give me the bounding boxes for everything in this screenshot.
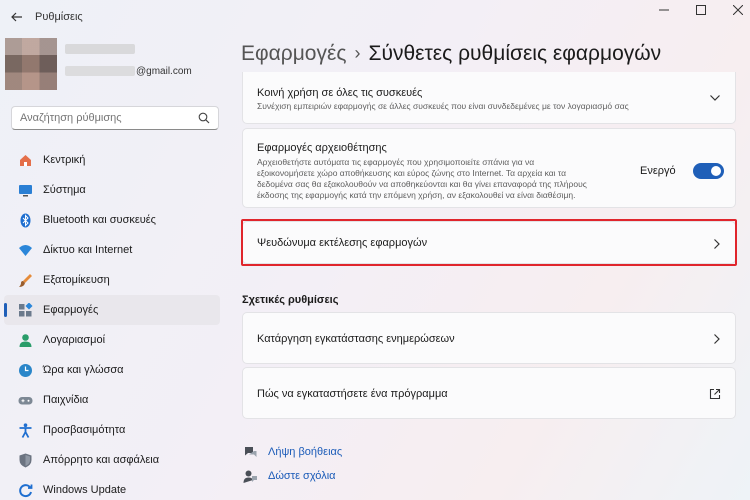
archive-apps-card: Εφαρμογές αρχειοθέτησης Αρχειοθετήστε αυ…: [242, 128, 736, 208]
sidebar-nav: Κεντρική Σύστημα Bluetooth και συσκευές …: [0, 145, 230, 500]
archive-toggle-label: Ενεργό: [640, 165, 676, 177]
wifi-icon: [17, 242, 33, 258]
user-email: @gmail.com: [136, 66, 192, 77]
accessibility-icon: [17, 422, 33, 438]
update-icon: [17, 482, 33, 498]
sidebar-item-label: Κεντρική: [43, 154, 86, 166]
search-icon[interactable]: [198, 112, 210, 124]
sidebar-item-gaming[interactable]: Παιχνίδια: [4, 385, 220, 415]
help-icon: [242, 444, 258, 460]
chevron-right-icon: [714, 239, 720, 249]
archive-apps-desc-line: δεδομένα σας θα εξακολουθούν να αποθηκεύ…: [257, 179, 587, 189]
sidebar-item-network[interactable]: Δίκτυο και Internet: [4, 235, 220, 265]
sidebar-item-privacy[interactable]: Απόρρητο και ασφάλεια: [4, 445, 220, 475]
breadcrumb-separator: ›: [354, 43, 361, 63]
share-across-devices-title: Κοινή χρήση σε όλες τις συσκευές: [257, 87, 423, 99]
install-program-card[interactable]: Πώς να εγκαταστήσετε ένα πρόγραμμα: [242, 367, 736, 419]
close-icon: [733, 5, 743, 15]
sidebar-item-label: Παιχνίδια: [43, 394, 89, 406]
get-help-link[interactable]: Λήψη βοήθειας: [242, 444, 342, 460]
share-across-devices-card[interactable]: Κοινή χρήση σε όλες τις συσκευές Συνέχισ…: [242, 72, 736, 124]
home-icon: [17, 152, 33, 168]
chevron-right-icon: [714, 334, 720, 344]
archive-apps-title: Εφαρμογές αρχειοθέτησης: [257, 142, 387, 154]
archive-apps-toggle[interactable]: [693, 163, 724, 179]
sidebar-item-bluetooth[interactable]: Bluetooth και συσκευές: [4, 205, 220, 235]
title-bar: Ρυθμίσεις: [0, 0, 750, 34]
sidebar-item-label: Bluetooth και συσκευές: [43, 214, 156, 226]
apps-icon: [17, 302, 33, 318]
brush-icon: [17, 272, 33, 288]
avatar: [5, 38, 57, 90]
sidebar-item-label: Εξατομίκευση: [43, 274, 110, 286]
uninstall-updates-card[interactable]: Κατάργηση εγκατάστασης ενημερώσεων: [242, 312, 736, 364]
sidebar-item-label: Λογαριασμοί: [43, 334, 106, 346]
app-title: Ρυθμίσεις: [35, 11, 83, 23]
sidebar-item-label: Απόρρητο και ασφάλεια: [43, 454, 160, 466]
user-email-redacted: [65, 66, 135, 76]
search-box[interactable]: [11, 106, 219, 130]
sidebar-item-system[interactable]: Σύστημα: [4, 175, 220, 205]
external-link-icon: [709, 388, 721, 400]
sidebar-item-accessibility[interactable]: Προσβασιμότητα: [4, 415, 220, 445]
breadcrumb: Εφαρμογές › Σύνθετες ρυθμίσεις εφαρμογών: [241, 42, 661, 66]
gamepad-icon: [17, 392, 33, 408]
sidebar-item-windows-update[interactable]: Windows Update: [4, 475, 220, 500]
related-settings-heading: Σχετικές ρυθμίσεις: [242, 294, 339, 306]
user-profile[interactable]: @gmail.com: [0, 38, 230, 98]
maximize-button[interactable]: [683, 3, 719, 17]
sidebar-item-apps[interactable]: Εφαρμογές: [4, 295, 220, 325]
app-execution-aliases-card[interactable]: Ψευδώνυμα εκτέλεσης εφαρμογών: [242, 221, 736, 264]
system-icon: [17, 182, 33, 198]
sidebar-item-label: Προσβασιμότητα: [43, 424, 126, 436]
shield-icon: [17, 452, 33, 468]
sidebar-item-accounts[interactable]: Λογαριασμοί: [4, 325, 220, 355]
sidebar-item-time-language[interactable]: Ώρα και γλώσσα: [4, 355, 220, 385]
close-button[interactable]: [720, 3, 750, 17]
archive-apps-desc-line: εξοικονομήσετε χώρο αποθήκευσης και εύρο…: [257, 168, 567, 178]
sidebar-item-home[interactable]: Κεντρική: [4, 145, 220, 175]
back-button[interactable]: [8, 8, 26, 26]
time-language-icon: [17, 362, 33, 378]
back-arrow-icon: [11, 12, 22, 22]
sidebar-item-label: Δίκτυο και Internet: [43, 244, 133, 256]
maximize-icon: [696, 5, 706, 15]
sidebar-item-label: Ώρα και γλώσσα: [43, 364, 124, 376]
breadcrumb-parent[interactable]: Εφαρμογές: [241, 42, 346, 65]
uninstall-updates-title: Κατάργηση εγκατάστασης ενημερώσεων: [257, 333, 455, 345]
search-input[interactable]: [20, 112, 190, 124]
bluetooth-icon: [17, 212, 33, 228]
app-execution-aliases-title: Ψευδώνυμα εκτέλεσης εφαρμογών: [257, 237, 428, 249]
sidebar-item-label: Windows Update: [43, 484, 127, 496]
give-feedback-label[interactable]: Δώστε σχόλια: [268, 470, 336, 482]
minimize-icon: [659, 9, 669, 11]
page-title: Σύνθετες ρυθμίσεις εφαρμογών: [368, 42, 662, 65]
chevron-down-icon[interactable]: [709, 94, 721, 102]
archive-apps-desc-line: έκδοσης της εφαρμογής κατά την επόμενη χ…: [257, 190, 576, 200]
sidebar-item-label: Εφαρμογές: [43, 304, 99, 316]
give-feedback-link[interactable]: Δώστε σχόλια: [242, 468, 336, 484]
user-name-redacted: [65, 44, 135, 54]
install-program-title: Πώς να εγκαταστήσετε ένα πρόγραμμα: [257, 388, 448, 400]
sidebar-item-label: Σύστημα: [43, 184, 86, 196]
account-icon: [17, 332, 33, 348]
archive-apps-desc-line: Αρχειοθετήστε αυτόματα τις εφαρμογές που…: [257, 157, 535, 167]
sidebar-item-personalization[interactable]: Εξατομίκευση: [4, 265, 220, 295]
share-across-devices-desc: Συνέχιση εμπειριών εφαρμογής σε άλλες συ…: [257, 101, 629, 111]
minimize-button[interactable]: [646, 3, 682, 17]
get-help-label[interactable]: Λήψη βοήθειας: [268, 446, 342, 458]
feedback-icon: [242, 468, 258, 484]
